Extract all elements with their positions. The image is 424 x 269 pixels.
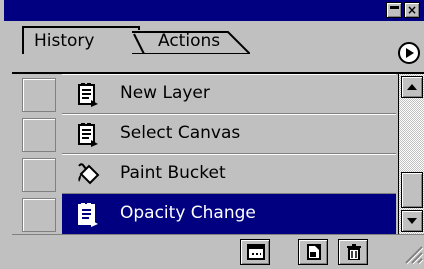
history-state-row-selected[interactable]: Opacity Change <box>12 194 396 234</box>
create-snapshot-button[interactable] <box>298 239 328 265</box>
history-state-label: Paint Bucket <box>120 163 226 183</box>
trash-icon <box>347 244 361 260</box>
paint-bucket-icon <box>78 163 100 185</box>
history-state-cell[interactable]: Select Canvas <box>62 114 396 154</box>
scroll-down-icon[interactable] <box>401 210 423 232</box>
resize-grip-icon[interactable] <box>402 241 424 265</box>
tab-actions[interactable]: Actions <box>132 30 250 54</box>
scroll-thumb[interactable] <box>401 172 423 208</box>
document-icon <box>78 203 98 227</box>
history-state-cell[interactable]: Paint Bucket <box>62 154 396 194</box>
history-state-label: Select Canvas <box>120 123 241 143</box>
history-palette: × History Actions New Layer Select Canva… <box>0 0 424 269</box>
minimize-button[interactable] <box>386 2 402 18</box>
delete-state-button[interactable] <box>338 239 368 265</box>
scroll-up-icon[interactable] <box>401 76 423 98</box>
history-state-label: Opacity Change <box>120 203 256 223</box>
history-state-cell[interactable]: Opacity Change <box>62 194 396 234</box>
history-state-row[interactable]: Select Canvas <box>12 114 396 154</box>
history-brush-source-checkbox[interactable] <box>22 118 56 152</box>
palette-bottom-toolbar <box>12 234 424 269</box>
close-button[interactable]: × <box>404 2 420 18</box>
vertical-scrollbar[interactable] <box>398 74 424 234</box>
palette-menu-arrow-icon[interactable] <box>398 42 420 64</box>
document-icon <box>78 123 98 147</box>
history-brush-source-checkbox[interactable] <box>22 78 56 112</box>
tab-history-label: History <box>34 31 95 51</box>
new-document-from-state-button[interactable] <box>240 239 270 265</box>
history-state-label: New Layer <box>120 83 210 103</box>
history-brush-source-checkbox[interactable] <box>22 198 56 232</box>
palette-title-bar[interactable]: × <box>4 0 424 21</box>
history-brush-source-checkbox[interactable] <box>22 158 56 192</box>
new-document-icon <box>247 244 265 260</box>
history-state-list: New Layer Select Canvas Paint Bucket Opa… <box>12 74 396 234</box>
snapshot-icon <box>307 244 321 260</box>
history-state-cell[interactable]: New Layer <box>62 74 396 114</box>
document-icon <box>78 83 98 107</box>
history-state-row[interactable]: Paint Bucket <box>12 154 396 194</box>
tab-history[interactable]: History <box>22 26 140 54</box>
tab-actions-label: Actions <box>158 31 221 51</box>
history-state-row[interactable]: New Layer <box>12 74 396 114</box>
